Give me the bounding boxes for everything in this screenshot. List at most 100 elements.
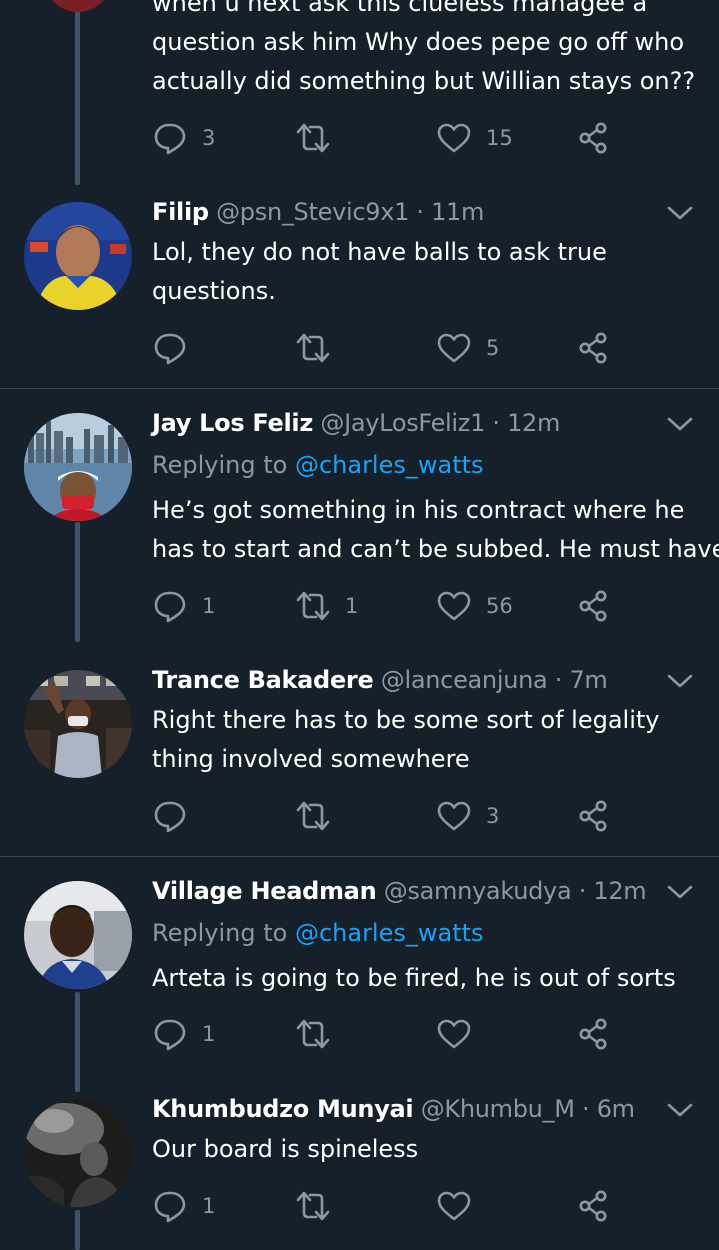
retweet-button[interactable]: 1 (295, 586, 358, 626)
share-button[interactable] (576, 586, 612, 626)
chevron-down-icon[interactable] (666, 671, 694, 691)
avatar[interactable] (24, 1099, 132, 1207)
tweet-body: Arteta is going to be fired, he is out o… (152, 959, 702, 998)
tweet-body: Lol, they do not have balls to ask true … (152, 233, 702, 311)
retweet-icon (295, 330, 331, 366)
retweet-button[interactable] (295, 1014, 345, 1054)
tweet-body: when u next ask this clueless managee a … (152, 0, 702, 101)
user-handle[interactable]: @Khumbu_M (421, 1095, 575, 1123)
tweet-actions: 1 (152, 1014, 622, 1054)
reply-button[interactable]: 3 (152, 118, 215, 158)
reply-bubble-icon (152, 330, 188, 366)
mention-link[interactable]: @charles_watts (295, 919, 484, 947)
heart-icon (436, 330, 472, 366)
reply-count: 1 (202, 1194, 216, 1218)
share-button[interactable] (576, 328, 612, 368)
like-button[interactable]: 3 (436, 796, 499, 836)
share-icon (576, 330, 612, 366)
like-button[interactable]: 56 (436, 586, 513, 626)
tweet-actions: 1 1 56 (152, 586, 622, 626)
retweet-icon (295, 1016, 331, 1052)
like-button[interactable]: 15 (436, 118, 513, 158)
retweet-button[interactable] (295, 328, 345, 368)
user-handle[interactable]: @samnyakudya (384, 877, 572, 905)
like-button[interactable] (436, 1186, 486, 1226)
heart-icon (436, 1016, 472, 1052)
mention-link[interactable]: @charles_watts (295, 451, 484, 479)
timestamp[interactable]: · 7m (555, 666, 608, 694)
reply-bubble-icon (152, 120, 188, 156)
tweet-actions: 3 15 (152, 118, 622, 158)
retweet-button[interactable] (295, 118, 345, 158)
tweet-text-line: He’s got something in his contract where… (152, 496, 685, 524)
reply-bubble-icon (152, 1016, 188, 1052)
chevron-down-icon[interactable] (666, 414, 694, 434)
reply-count: 1 (202, 594, 216, 618)
avatar[interactable] (44, 0, 112, 12)
reply-button[interactable]: 1 (152, 586, 215, 626)
reply-bubble-icon (152, 588, 188, 624)
user-handle[interactable]: @lanceanjuna (381, 666, 548, 694)
chevron-down-icon[interactable] (666, 1100, 694, 1120)
like-count: 56 (486, 594, 513, 618)
reply-button[interactable] (152, 328, 202, 368)
timestamp[interactable]: · 12m (492, 409, 560, 437)
tweet-text-line: actually did something but Willian stays… (152, 67, 696, 95)
display-name[interactable]: Jay Los Feliz (152, 409, 313, 437)
heart-icon (436, 120, 472, 156)
share-icon (576, 798, 612, 834)
tweet-header: Village Headman @samnyakudya · 12m (152, 877, 647, 905)
chevron-down-icon[interactable] (666, 882, 694, 902)
like-button[interactable] (436, 1014, 486, 1054)
tweet-body: He’s got something in his contract where… (152, 491, 719, 569)
divider (0, 388, 719, 389)
thread-line (75, 10, 80, 185)
tweet-actions: 1 (152, 1186, 622, 1226)
like-count: 5 (486, 336, 500, 360)
retweet-button[interactable] (295, 796, 345, 836)
display-name[interactable]: Filip (152, 198, 209, 226)
share-button[interactable] (576, 1186, 612, 1226)
retweet-button[interactable] (295, 1186, 345, 1226)
tweet-actions: 3 (152, 796, 622, 836)
tweet-text-line: Our board is spineless (152, 1135, 419, 1163)
share-button[interactable] (576, 118, 612, 158)
replying-to: Replying to @charles_watts (152, 451, 484, 479)
timestamp[interactable]: · 12m (579, 877, 647, 905)
share-button[interactable] (576, 1014, 612, 1054)
share-icon (576, 1188, 612, 1224)
avatar[interactable] (24, 413, 132, 521)
replying-to-label: Replying to (152, 451, 288, 479)
display-name[interactable]: Trance Bakadere (152, 666, 374, 694)
tweet-text-line: when u next ask this clueless managee a (152, 0, 648, 17)
chevron-down-icon[interactable] (666, 203, 694, 223)
share-button[interactable] (576, 796, 612, 836)
tweet-text-line: thing involved somewhere (152, 745, 470, 773)
retweet-icon (295, 588, 331, 624)
reply-button[interactable] (152, 796, 202, 836)
tweet-header: Jay Los Feliz @JayLosFeliz1 · 12m (152, 409, 560, 437)
tweet-body: Right there has to be some sort of legal… (152, 701, 702, 779)
display-name[interactable]: Khumbudzo Munyai (152, 1095, 414, 1123)
retweet-icon (295, 798, 331, 834)
timestamp[interactable]: · 6m (582, 1095, 635, 1123)
timestamp[interactable]: · 11m (416, 198, 484, 226)
avatar-image (24, 1099, 132, 1207)
heart-icon (436, 588, 472, 624)
avatar-image (24, 670, 132, 778)
user-handle[interactable]: @psn_Stevic9x1 (216, 198, 409, 226)
avatar[interactable] (24, 881, 132, 989)
reply-bubble-icon (152, 1188, 188, 1224)
reply-count: 3 (202, 126, 216, 150)
like-count: 15 (486, 126, 513, 150)
like-button[interactable]: 5 (436, 328, 499, 368)
avatar[interactable] (24, 202, 132, 310)
tweet-text-line: Arteta is going to be fired, he is out o… (152, 964, 676, 992)
tweet-text-line: has to start and can’t be subbed. He mus… (152, 535, 719, 563)
avatar[interactable] (24, 670, 132, 778)
user-handle[interactable]: @JayLosFeliz1 (320, 409, 485, 437)
reply-button[interactable]: 1 (152, 1186, 215, 1226)
retweet-icon (295, 120, 331, 156)
reply-button[interactable]: 1 (152, 1014, 215, 1054)
display-name[interactable]: Village Headman (152, 877, 377, 905)
